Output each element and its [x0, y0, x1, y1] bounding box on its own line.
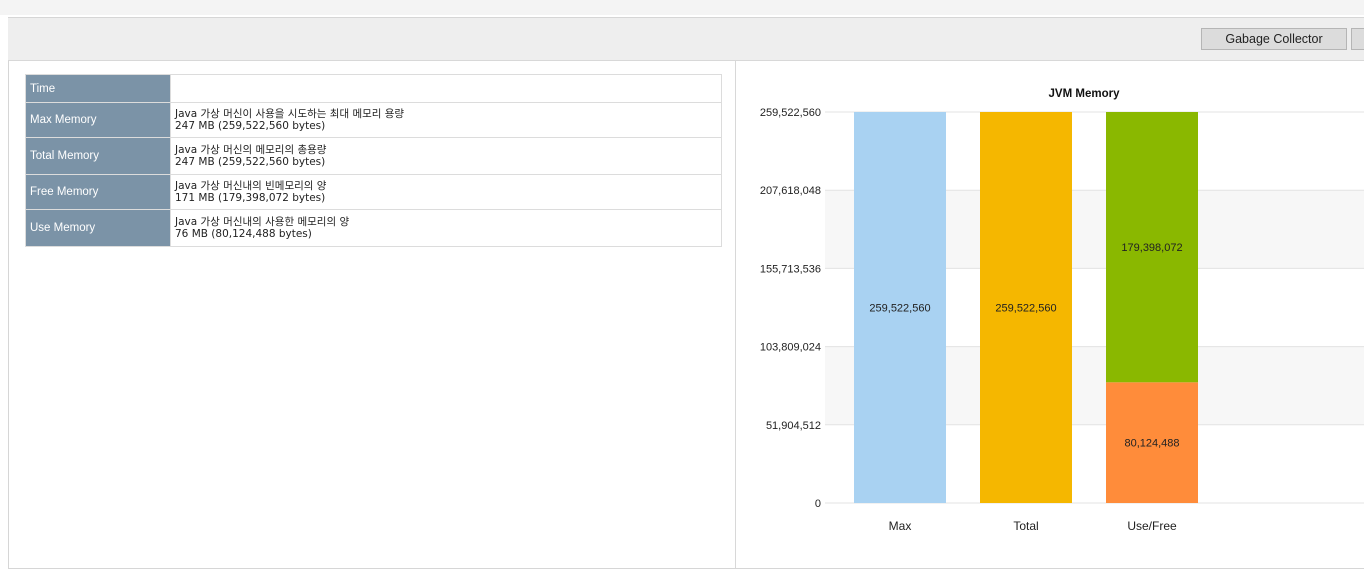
bar-data-label: 259,522,560	[995, 303, 1056, 315]
row-value-free-memory: Java 가상 머신내의 빈메모리의 양 171 MB (179,398,072…	[170, 174, 722, 210]
row-amount: 76 MB (80,124,488 bytes)	[175, 228, 312, 240]
bar-data-label: 259,522,560	[869, 303, 930, 315]
x-tick-label: Max	[889, 519, 912, 533]
y-tick-label: 259,522,560	[760, 107, 821, 119]
toolbar	[8, 18, 1364, 61]
row-amount: 247 MB (259,522,560 bytes)	[175, 120, 326, 132]
panel-divider	[735, 61, 736, 568]
garbage-collector-button[interactable]: Gabage Collector	[1201, 28, 1347, 50]
row-key-max-memory: Max Memory	[25, 102, 171, 138]
jvm-memory-chart: JVM Memory 0 51,904,512 103,809,024 155,713…	[760, 88, 1364, 533]
y-tick-label: 103,809,024	[760, 342, 821, 354]
table-row-use-memory: Use Memory Java 가상 머신내의 사용한 메모리의 양 76 MB…	[25, 209, 722, 247]
toolbar-more-button[interactable]	[1351, 28, 1364, 50]
row-amount: 247 MB (259,522,560 bytes)	[175, 156, 326, 168]
row-desc: Java 가상 머신내의 빈메모리의 양	[175, 180, 327, 192]
y-tick-label: 51,904,512	[766, 420, 821, 432]
table-row-total-memory: Total Memory Java 가상 머신의 메모리의 총용량 247 MB…	[25, 137, 722, 175]
table-row-max-memory: Max Memory Java 가상 머신이 사용을 시도하는 최대 메모리 용…	[25, 102, 722, 138]
memory-info-table: Time Max Memory Java 가상 머신이 사용을 시도하는 최대 …	[25, 74, 722, 247]
chart-title: JVM Memory	[1049, 88, 1121, 100]
row-value-use-memory: Java 가상 머신내의 사용한 메모리의 양 76 MB (80,124,48…	[170, 209, 722, 247]
row-desc: Java 가상 머신내의 사용한 메모리의 양	[175, 216, 350, 228]
bar-data-label: 179,398,072	[1121, 242, 1182, 254]
y-axis: 0 51,904,512 103,809,024 155,713,536 207,618…	[760, 107, 821, 510]
table-row-time: Time	[25, 74, 722, 103]
row-key-use-memory: Use Memory	[25, 209, 171, 247]
y-tick-label: 0	[815, 498, 821, 510]
row-key-total-memory: Total Memory	[25, 137, 171, 175]
row-desc: Java 가상 머신이 사용을 시도하는 최대 메모리 용량	[175, 108, 405, 120]
x-tick-label: Total	[1013, 519, 1038, 533]
x-tick-label: Use/Free	[1127, 519, 1177, 533]
table-row-free-memory: Free Memory Java 가상 머신내의 빈메모리의 양 171 MB …	[25, 174, 722, 210]
bar-data-label: 80,124,488	[1124, 438, 1179, 450]
top-strip	[0, 0, 1364, 15]
row-key-time: Time	[25, 74, 171, 103]
y-tick-label: 207,618,048	[760, 185, 821, 197]
row-desc: Java 가상 머신의 메모리의 총용량	[175, 144, 327, 156]
row-value-max-memory: Java 가상 머신이 사용을 시도하는 최대 메모리 용량 247 MB (2…	[170, 102, 722, 138]
row-value-time	[170, 74, 722, 103]
row-amount: 171 MB (179,398,072 bytes)	[175, 192, 326, 204]
x-axis: Max Total Use/Free	[889, 519, 1177, 533]
y-tick-label: 155,713,536	[760, 263, 821, 275]
row-value-total-memory: Java 가상 머신의 메모리의 총용량 247 MB (259,522,560…	[170, 137, 722, 175]
bar-series: 259,522,560 259,522,560 80,124,488 179,398,…	[854, 112, 1198, 503]
row-key-free-memory: Free Memory	[25, 174, 171, 210]
